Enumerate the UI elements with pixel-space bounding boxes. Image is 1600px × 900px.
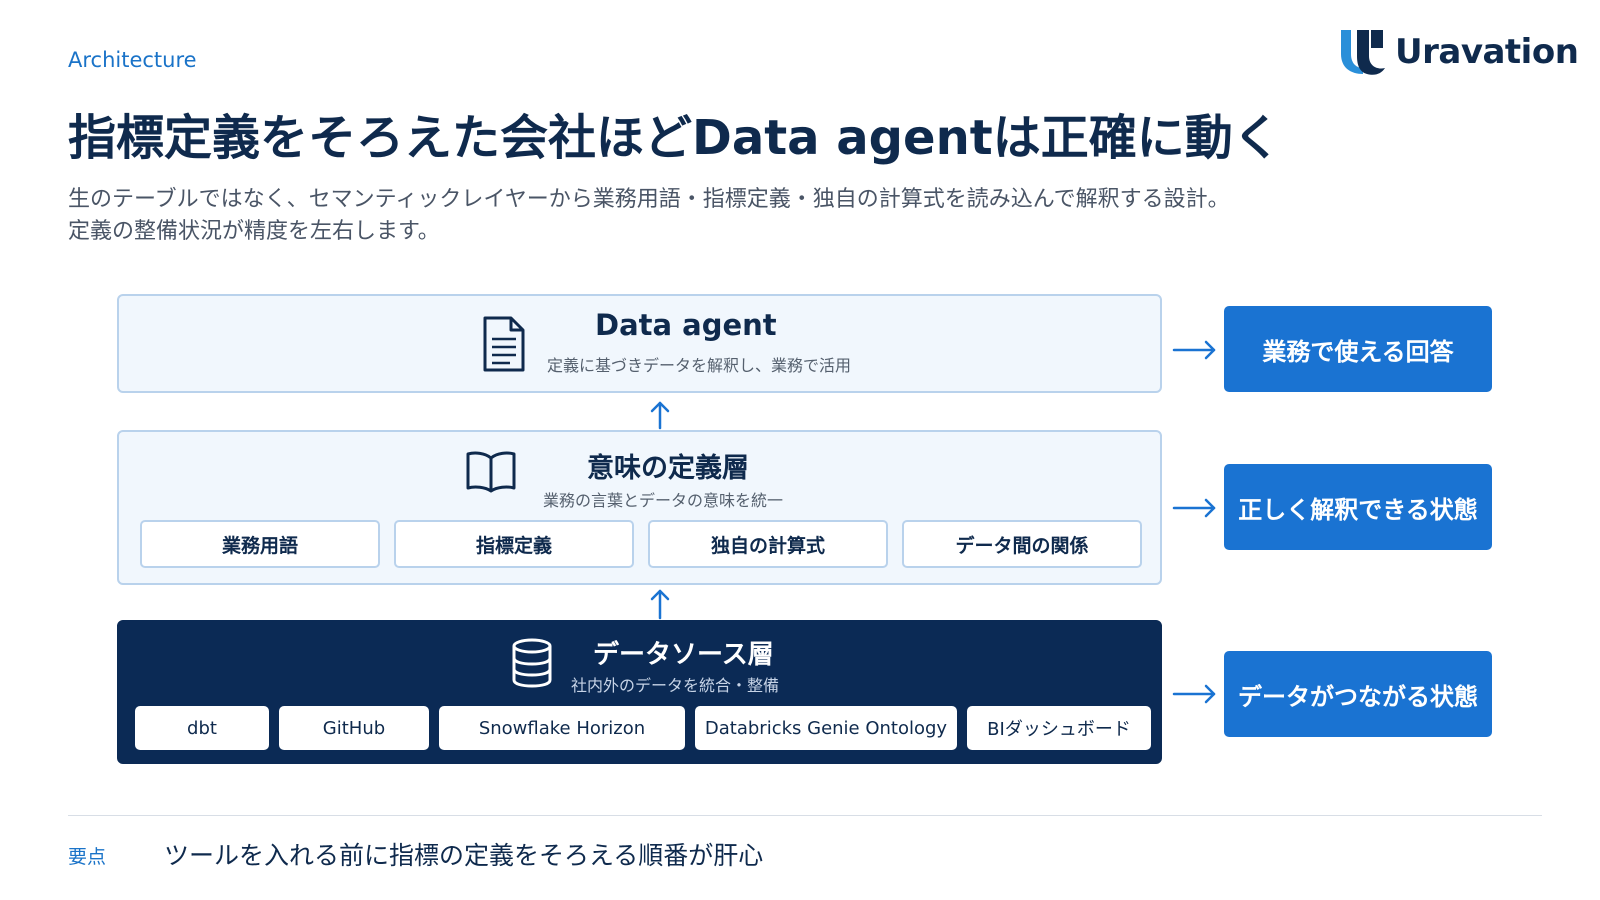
- semantic-layer: 意味の定義層 業務の言葉とデータの意味を統一 業務用語 指標定義 独自の計算式 …: [117, 430, 1162, 585]
- result-connected-data: データがつながる状態: [1224, 651, 1492, 737]
- source-item-github: GitHub: [279, 706, 429, 750]
- result-correct-interpretation: 正しく解釈できる状態: [1224, 464, 1492, 550]
- semantic-item-business-terms: 業務用語: [140, 520, 380, 568]
- database-icon: [512, 638, 552, 688]
- page-title: 指標定義をそろえた会社ほどData agentは正確に動く: [68, 110, 1281, 166]
- semantic-item-custom-formulas: 独自の計算式: [648, 520, 888, 568]
- subtitle-line-2: 定義の整備状況が精度を左右します。: [68, 219, 440, 244]
- key-point-label: 要点: [68, 846, 107, 868]
- result-usable-answers: 業務で使える回答: [1224, 306, 1492, 392]
- up-arrow-icon: [650, 401, 670, 430]
- source-layer: データソース層 社内外のデータを統合・整備 dbt GitHub Snowfla…: [117, 620, 1162, 764]
- semantic-item-metric-definitions: 指標定義: [394, 520, 634, 568]
- source-item-databricks-genie-ontology: Databricks Genie Ontology: [695, 706, 957, 750]
- semantic-item-data-relationships: データ間の関係: [902, 520, 1142, 568]
- semantic-layer-description: 業務の言葉とデータの意味を統一: [543, 491, 784, 510]
- source-layer-description: 社内外のデータを統合・整備: [571, 676, 780, 695]
- agent-layer-description: 定義に基づきデータを解釈し、業務で活用: [547, 356, 852, 375]
- source-layer-title: データソース層: [593, 640, 774, 670]
- right-arrow-icon: [1172, 340, 1216, 360]
- uravation-logo-icon: [1341, 30, 1385, 75]
- page-subtitle: 生のテーブルではなく、セマンティックレイヤーから業務用語・指標定義・独自の計算式…: [68, 184, 1488, 248]
- source-item-snowflake-horizon: Snowflake Horizon: [439, 706, 685, 750]
- section-label: Architecture: [68, 48, 197, 72]
- subtitle-line-1: 生のテーブルではなく、セマンティックレイヤーから業務用語・指標定義・独自の計算式…: [68, 187, 1230, 212]
- document-icon: [483, 316, 525, 372]
- brand-logo: Uravation: [1337, 28, 1579, 76]
- semantic-layer-title: 意味の定義層: [587, 453, 749, 484]
- open-book-icon: [466, 451, 516, 493]
- right-arrow-icon: [1172, 498, 1216, 518]
- agent-layer: Data agent 定義に基づきデータを解釈し、業務で活用: [117, 294, 1162, 393]
- up-arrow-icon: [650, 589, 670, 620]
- agent-layer-title: Data agent: [595, 308, 777, 342]
- source-item-bi-dashboard: BIダッシュボード: [967, 706, 1151, 750]
- source-item-dbt: dbt: [135, 706, 269, 750]
- key-point-text: ツールを入れる前に指標の定義をそろえる順番が肝心: [164, 841, 764, 870]
- right-arrow-icon: [1172, 684, 1216, 704]
- footer-divider: [68, 815, 1542, 816]
- logo-text: Uravation: [1395, 32, 1579, 72]
